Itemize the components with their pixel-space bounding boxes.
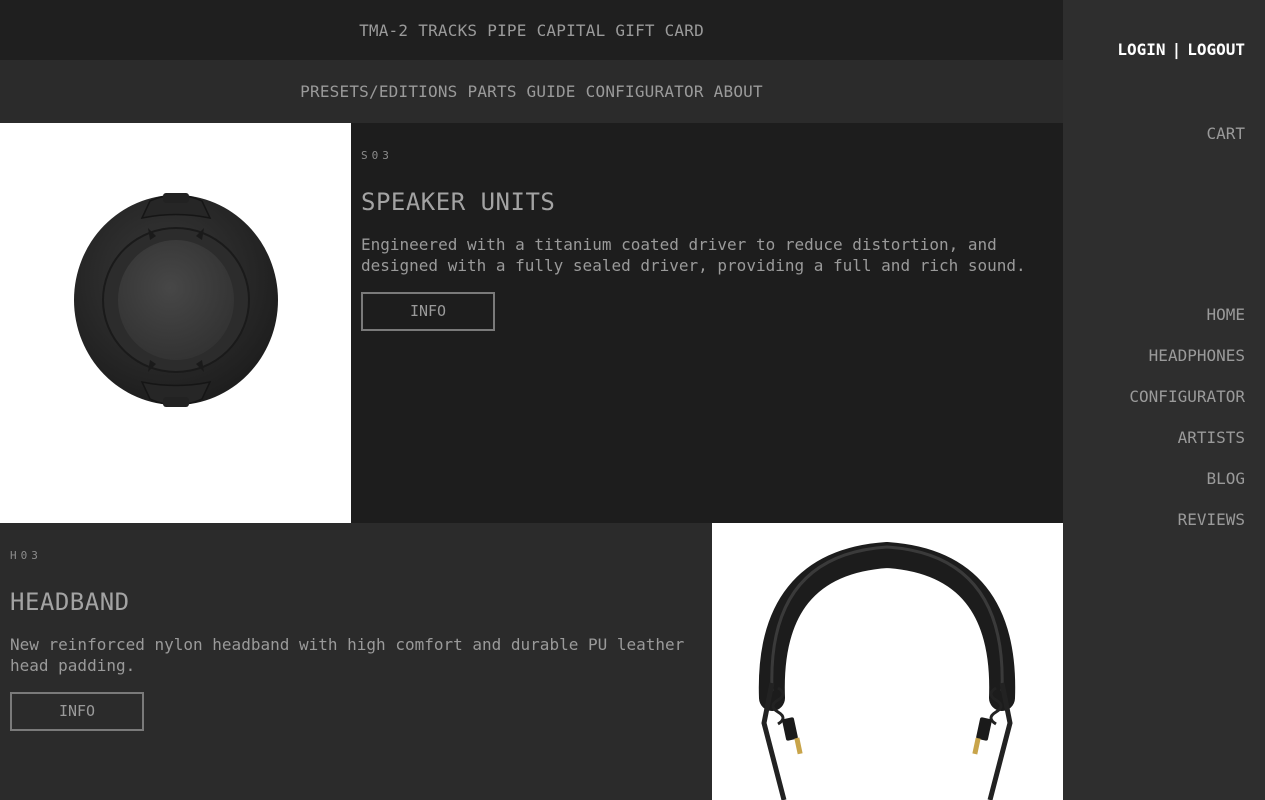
sub-navigation: PRESETS/EDITIONS PARTS GUIDE CONFIGURATO…: [0, 60, 1063, 122]
sidebar-item-reviews[interactable]: REVIEWS: [1129, 510, 1245, 551]
nav-link-gift-card[interactable]: GIFT CARD: [615, 21, 704, 40]
nav-link-parts-guide[interactable]: PARTS GUIDE: [467, 82, 575, 101]
sidebar-navigation: HOME HEADPHONES CONFIGURATOR ARTISTS BLO…: [1129, 305, 1245, 551]
headband-image[interactable]: [712, 523, 1063, 800]
top-navigation: TMA-2 TRACKS PIPE CAPITAL GIFT CARD: [0, 0, 1063, 60]
auth-links: LOGIN | LOGOUT: [1117, 40, 1245, 59]
product-title: SPEAKER UNITS: [361, 188, 556, 216]
product-description: New reinforced nylon headband with high …: [10, 635, 685, 675]
product-info-headband: H03 HEADBAND New reinforced nylon headba…: [10, 523, 700, 731]
product-title: HEADBAND: [10, 588, 130, 616]
cart-link[interactable]: CART: [1206, 124, 1245, 143]
headband-illustration: [758, 541, 1016, 800]
product-info-speaker-units: S03 SPEAKER UNITS Engineered with a tita…: [361, 123, 1051, 331]
sidebar-item-headphones[interactable]: HEADPHONES: [1129, 346, 1245, 387]
auth-separator: |: [1171, 40, 1182, 59]
product-row-speaker-units: S03 SPEAKER UNITS Engineered with a tita…: [0, 123, 1063, 523]
sidebar-item-home[interactable]: HOME: [1129, 305, 1245, 346]
sidebar-item-configurator[interactable]: CONFIGURATOR: [1129, 387, 1245, 428]
speaker-unit-illustration: [74, 193, 278, 407]
nav-link-tma2[interactable]: TMA-2: [359, 21, 408, 40]
sidebar: LOGIN | LOGOUT CART HOME HEADPHONES CONFIG…: [1063, 0, 1265, 800]
sidebar-item-blog[interactable]: BLOG: [1129, 469, 1245, 510]
nav-link-about[interactable]: ABOUT: [714, 82, 763, 101]
login-link[interactable]: LOGIN: [1117, 40, 1165, 59]
nav-link-configurator[interactable]: CONFIGURATOR: [586, 82, 704, 101]
sidebar-item-artists[interactable]: ARTISTS: [1129, 428, 1245, 469]
product-code: H03: [10, 549, 42, 562]
info-button[interactable]: INFO: [10, 692, 144, 731]
speaker-unit-image[interactable]: [0, 123, 351, 523]
product-row-headband: H03 HEADBAND New reinforced nylon headba…: [0, 523, 1063, 800]
nav-link-tracks[interactable]: TRACKS: [418, 21, 477, 40]
nav-link-pipe[interactable]: PIPE: [487, 21, 526, 40]
nav-link-capital[interactable]: CAPITAL: [537, 21, 606, 40]
product-description: Engineered with a titanium coated driver…: [361, 235, 1026, 275]
main-content: TMA-2 TRACKS PIPE CAPITAL GIFT CARD PRES…: [0, 0, 1063, 800]
info-button[interactable]: INFO: [361, 292, 495, 331]
product-code: S03: [361, 149, 393, 162]
logout-link[interactable]: LOGOUT: [1187, 40, 1245, 59]
nav-link-presets-editions[interactable]: PRESETS/EDITIONS: [300, 82, 457, 101]
